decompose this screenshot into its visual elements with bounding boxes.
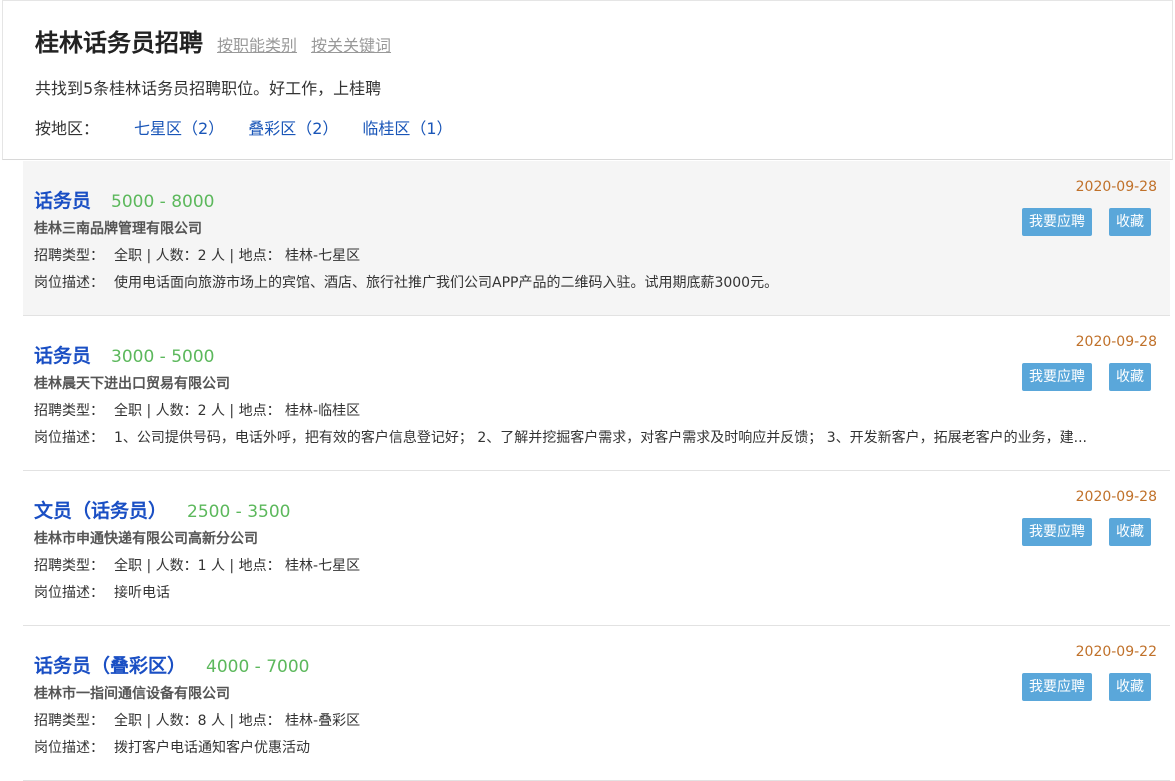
filter-by-category-link[interactable]: 按职能类别 (217, 32, 297, 56)
job-desc-value: 使用电话面向旅游市场上的宾馆、酒店、旅行社推广我们公司APP产品的二维码入驻。试… (114, 275, 779, 291)
job-description: 岗位描述： 拨打客户电话通知客户优惠活动 (34, 737, 1154, 757)
post-date: 2020-09-28 (1075, 179, 1157, 195)
apply-button[interactable]: 我要应聘 (1022, 363, 1092, 391)
job-desc-label: 岗位描述： (34, 430, 104, 446)
result-summary: 共找到5条桂林话务员招聘职位。好工作，上桂聘 (35, 79, 382, 98)
job-title-row: 文员（话务员） 2500 - 3500 (34, 496, 291, 523)
job-meta-value: 全职 | 人数：1 人 | 地点： 桂林-七星区 (114, 558, 361, 574)
job-meta: 招聘类型： 全职 | 人数：2 人 | 地点： 桂林-七星区 (34, 245, 360, 265)
job-desc-value: 1、公司提供号码，电话外呼，把有效的客户信息登记好； 2、了解并挖掘客户需求，对… (114, 430, 1087, 446)
job-meta: 招聘类型： 全职 | 人数：8 人 | 地点： 桂林-叠彩区 (34, 710, 360, 730)
area-filter: 按地区： 七星区（2） 叠彩区（2） 临桂区（1） (35, 115, 477, 139)
job-title-row: 话务员（叠彩区） 4000 - 7000 (34, 651, 310, 678)
job-type-label: 招聘类型： (34, 713, 104, 729)
job-type-label: 招聘类型： (34, 248, 104, 264)
favorite-button[interactable]: 收藏 (1109, 673, 1151, 701)
job-listing: 文员（话务员） 2500 - 3500 桂林市申通快递有限公司高新分公司 招聘类… (23, 471, 1170, 626)
job-title-link[interactable]: 话务员 (34, 341, 91, 368)
post-date: 2020-09-28 (1075, 489, 1157, 505)
title-row: 桂林话务员招聘 按职能类别 按关关键词 (35, 23, 391, 58)
apply-button[interactable]: 我要应聘 (1022, 673, 1092, 701)
job-description: 岗位描述： 接听电话 (34, 582, 1154, 602)
area-link-lingui[interactable]: 临桂区（1） (362, 115, 452, 139)
job-meta-value: 全职 | 人数：2 人 | 地点： 桂林-七星区 (114, 248, 361, 264)
company-name: 桂林晨天下进出口贸易有限公司 (34, 376, 230, 392)
apply-button[interactable]: 我要应聘 (1022, 208, 1092, 236)
company-name: 桂林三南品牌管理有限公司 (34, 221, 202, 237)
job-desc-label: 岗位描述： (34, 275, 104, 291)
job-description: 岗位描述： 1、公司提供号码，电话外呼，把有效的客户信息登记好； 2、了解并挖掘客… (34, 427, 1154, 447)
job-meta: 招聘类型： 全职 | 人数：1 人 | 地点： 桂林-七星区 (34, 555, 360, 575)
job-listing: 话务员 5000 - 8000 桂林三南品牌管理有限公司 招聘类型： 全职 | 人… (23, 161, 1170, 316)
favorite-button[interactable]: 收藏 (1109, 363, 1151, 391)
job-type-label: 招聘类型： (34, 403, 104, 419)
job-desc-value: 拨打客户电话通知客户优惠活动 (114, 740, 310, 756)
job-salary: 4000 - 7000 (206, 657, 310, 677)
job-title-link[interactable]: 话务员（叠彩区） (34, 651, 186, 678)
page-title: 桂林话务员招聘 (35, 29, 203, 57)
job-title-row: 话务员 3000 - 5000 (34, 341, 215, 368)
job-desc-label: 岗位描述： (34, 585, 104, 601)
favorite-button[interactable]: 收藏 (1109, 208, 1151, 236)
apply-button[interactable]: 我要应聘 (1022, 518, 1092, 546)
company-name: 桂林市一指间通信设备有限公司 (34, 686, 230, 702)
job-title-link[interactable]: 文员（话务员） (34, 496, 167, 523)
search-header: 桂林话务员招聘 按职能类别 按关关键词 共找到5条桂林话务员招聘职位。好工作，上… (2, 0, 1173, 160)
job-meta-value: 全职 | 人数：2 人 | 地点： 桂林-临桂区 (114, 403, 361, 419)
area-link-diecai[interactable]: 叠彩区（2） (248, 115, 338, 139)
job-description: 岗位描述： 使用电话面向旅游市场上的宾馆、酒店、旅行社推广我们公司APP产品的二维… (34, 272, 1154, 292)
job-listing: 话务员 3000 - 5000 桂林晨天下进出口贸易有限公司 招聘类型： 全职 |… (23, 316, 1170, 471)
job-meta: 招聘类型： 全职 | 人数：2 人 | 地点： 桂林-临桂区 (34, 400, 360, 420)
area-link-qixing[interactable]: 七星区（2） (134, 115, 224, 139)
job-salary: 2500 - 3500 (187, 502, 291, 522)
job-meta-value: 全职 | 人数：8 人 | 地点： 桂林-叠彩区 (114, 713, 361, 729)
job-title-row: 话务员 5000 - 8000 (34, 186, 215, 213)
company-name: 桂林市申通快递有限公司高新分公司 (34, 531, 258, 547)
job-listing: 话务员（叠彩区） 4000 - 7000 桂林市一指间通信设备有限公司 招聘类型… (23, 626, 1170, 781)
favorite-button[interactable]: 收藏 (1109, 518, 1151, 546)
job-title-link[interactable]: 话务员 (34, 186, 91, 213)
job-salary: 5000 - 8000 (111, 192, 215, 212)
filter-by-keyword-link[interactable]: 按关关键词 (311, 32, 391, 56)
job-salary: 3000 - 5000 (111, 347, 215, 367)
job-type-label: 招聘类型： (34, 558, 104, 574)
post-date: 2020-09-28 (1075, 334, 1157, 350)
job-desc-label: 岗位描述： (34, 740, 104, 756)
area-filter-label: 按地区： (35, 119, 100, 138)
job-desc-value: 接听电话 (114, 585, 170, 601)
post-date: 2020-09-22 (1075, 644, 1157, 660)
